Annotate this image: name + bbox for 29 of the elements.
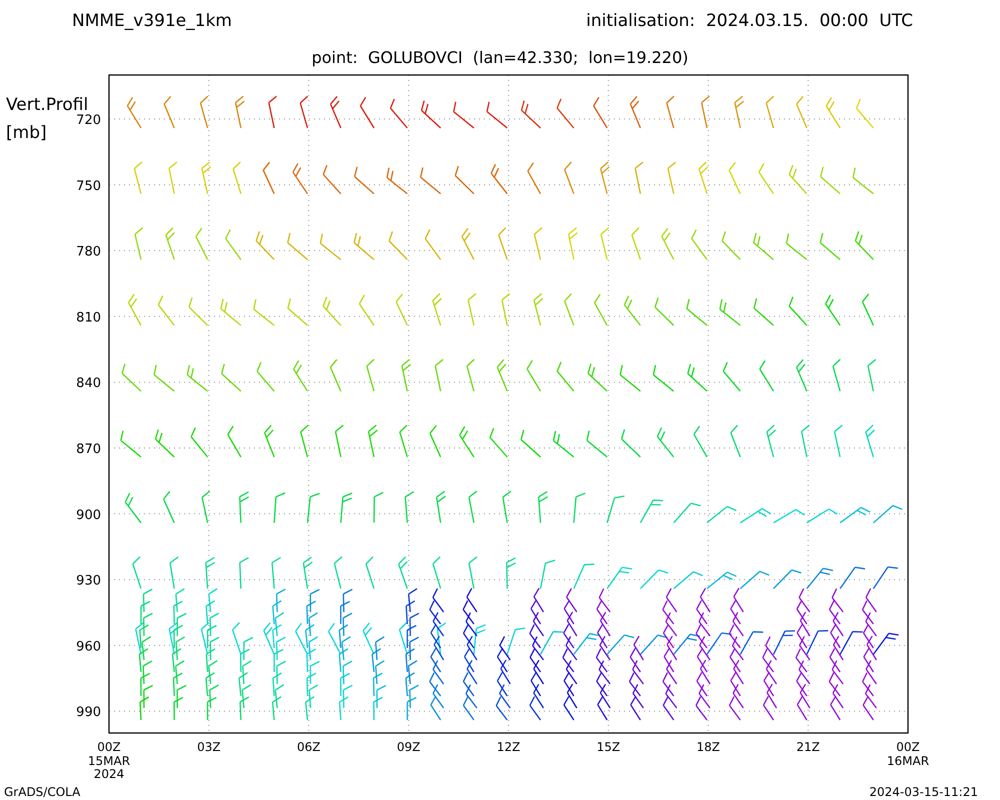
y-tick-label: 960 [76, 639, 101, 654]
footer-credit: GrADS/COLA [4, 785, 80, 799]
y-tick-label: 990 [76, 705, 101, 720]
y-tick-label: 840 [76, 376, 101, 392]
x-tick-label: 12Z [496, 740, 520, 754]
model-title: NMME_v391e_1km [72, 11, 232, 31]
x-tick-date: 15MAR [88, 754, 130, 768]
x-tick-label: 00Z [896, 740, 920, 754]
y-tick-label: 900 [76, 508, 101, 523]
x-tick-label: 18Z [696, 740, 720, 754]
initialisation-time: initialisation: 2024.03.15. 00:00 UTC [586, 11, 913, 31]
x-tick-label: 21Z [796, 740, 820, 754]
y-axis-unit: [mb] [6, 123, 47, 143]
y-tick-label: 930 [76, 574, 101, 589]
y-tick-label: 750 [76, 178, 101, 194]
y-tick-label: 870 [76, 442, 101, 457]
x-tick-date: 16MAR [886, 754, 930, 768]
x-tick-date: 2024 [94, 767, 124, 781]
y-tick-label: 810 [76, 310, 101, 326]
x-tick-label: 15Z [596, 740, 620, 754]
y-axis-title: Vert.Profil [6, 95, 88, 115]
x-tick-label: 09Z [396, 740, 420, 754]
x-tick-label: 03Z [197, 740, 221, 754]
x-tick-label: 00Z [97, 740, 121, 754]
footer-timestamp: 2024-03-15-11:21 [869, 785, 978, 799]
y-tick-label: 720 [76, 113, 101, 128]
y-tick-label: 780 [76, 244, 101, 260]
x-tick-label: 06Z [297, 740, 320, 754]
point-location: point: GOLUBOVCI (lan=42.330; lon=19.220) [312, 48, 688, 67]
